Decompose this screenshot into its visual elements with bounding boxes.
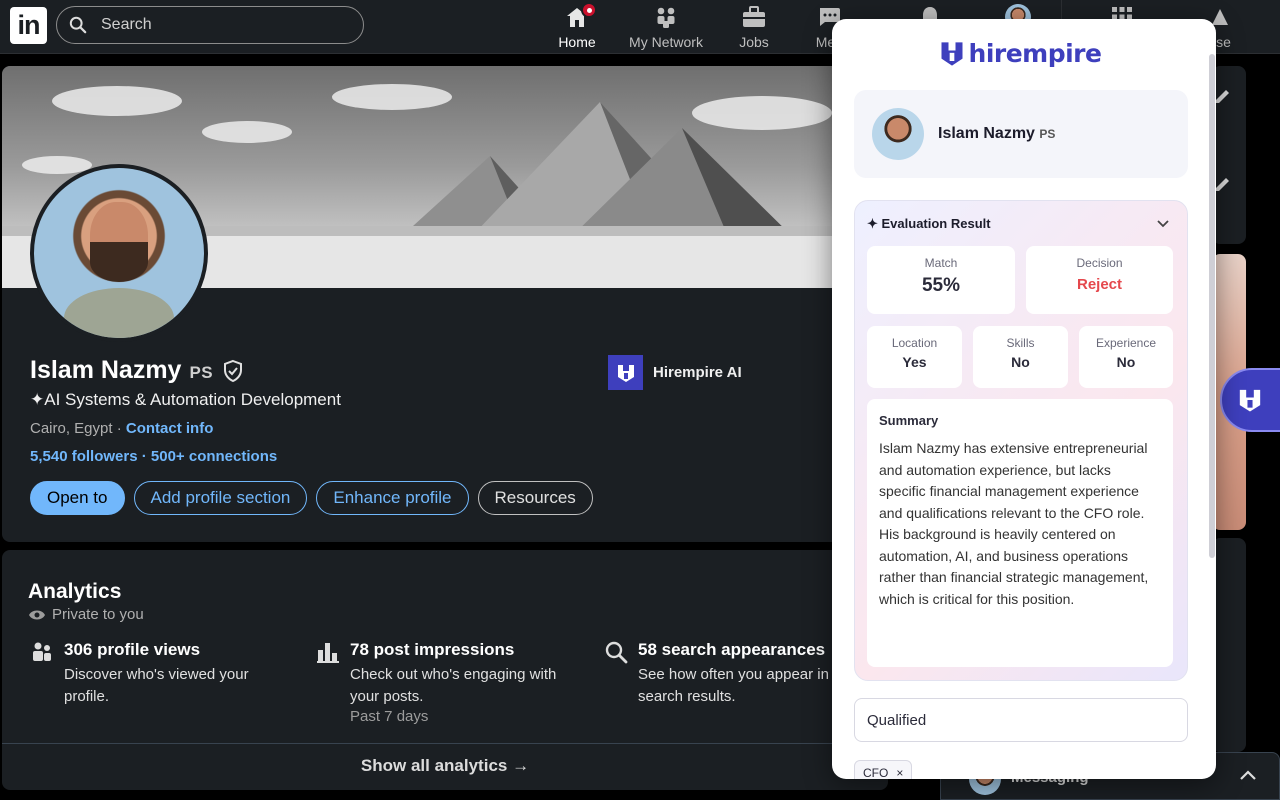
show-all-analytics-link[interactable]: Show all analytics → (2, 756, 888, 776)
search-box[interactable] (56, 6, 364, 44)
match-tile: Match 55% (867, 246, 1015, 314)
skills-value: No (1011, 354, 1030, 370)
profile-card: Islam Nazmy PS ✦AI Systems & Automation … (2, 66, 888, 542)
profile-location: Cairo, Egypt (30, 420, 113, 437)
location-label: Location (891, 336, 938, 350)
skills-tile: Skills No (973, 326, 1068, 388)
brand-name: hirempire (968, 39, 1102, 68)
nav-jobs[interactable]: Jobs (738, 4, 770, 50)
candidate-badge: PS (1039, 127, 1056, 141)
status-field[interactable]: Qualified (854, 698, 1188, 742)
search-appearances-count: 58 search appearances (638, 640, 826, 659)
network-icon (657, 7, 675, 28)
add-profile-section-button[interactable]: Add profile section (133, 481, 308, 515)
open-to-button[interactable]: Open to (30, 481, 125, 515)
hirempire-floating-tab[interactable] (1220, 368, 1280, 432)
post-impressions-count: 78 post impressions (350, 640, 515, 659)
summary-title: Summary (879, 413, 939, 428)
evaluation-section: ✦ Evaluation Result Match 55% Decision R… (854, 200, 1188, 681)
pronoun-badge: PS (189, 362, 214, 382)
briefcase-icon (743, 6, 765, 27)
hirempire-logo-icon (941, 41, 963, 66)
linkedin-logo[interactable]: in (10, 7, 47, 44)
people-icon (33, 642, 51, 661)
pencil-icon[interactable] (1214, 174, 1232, 192)
search-appearances-desc: See how often you appear in search resul… (638, 666, 829, 705)
notification-badge (581, 2, 597, 18)
search-icon (69, 16, 87, 34)
candidate-avatar (872, 108, 924, 160)
search-input[interactable] (101, 16, 341, 34)
experience-label: Experience (1095, 336, 1157, 350)
location-tile: Location Yes (867, 326, 962, 388)
evaluation-title: ✦ Evaluation Result (867, 216, 991, 231)
panel-scrollbar[interactable] (1209, 54, 1215, 558)
analytics-privacy-label: Private to you (52, 606, 144, 623)
right-card-fragment-2 (1212, 538, 1246, 752)
analytics-card: Analytics Private to you 306 profile vie… (2, 550, 888, 790)
summary-text: Islam Nazmy has extensive entrepreneuria… (879, 440, 1149, 607)
experience-tile: Experience No (1079, 326, 1173, 388)
skills-label: Skills (1006, 336, 1035, 350)
location-value: Yes (902, 354, 927, 370)
eye-icon (29, 610, 45, 619)
candidate-name: Islam Nazmy (938, 125, 1035, 142)
post-impressions-desc: Check out who's engaging with your posts… (350, 666, 557, 705)
analytics-divider (2, 743, 888, 744)
decision-label: Decision (1076, 256, 1123, 270)
connections-link[interactable]: · 500+ connections (142, 448, 277, 465)
profile-actions: Open to Add profile section Enhance prof… (30, 481, 593, 515)
candidate-card: Islam Nazmy PS (854, 90, 1188, 178)
analytics-privacy: Private to you (28, 606, 144, 623)
bar-chart-icon (317, 643, 339, 663)
company-name: Hirempire AI (653, 364, 742, 381)
summary-box: Summary Islam Nazmy has extensive entrep… (867, 399, 1173, 667)
hirempire-brand: hirempire (832, 39, 1208, 68)
chevron-up-icon[interactable] (1239, 769, 1257, 781)
followers-link[interactable]: 5,540 followers (30, 448, 138, 465)
right-card-fragment (1212, 66, 1246, 244)
current-company[interactable]: Hirempire AI (608, 355, 742, 390)
nav-jobs-label: Jobs (739, 34, 769, 50)
chevron-down-icon[interactable] (1155, 215, 1171, 231)
hirempire-panel: hirempire Islam Nazmy PS ✦ Evaluation Re… (832, 19, 1216, 779)
resources-button[interactable]: Resources (477, 481, 593, 515)
verified-shield-icon[interactable] (221, 359, 245, 383)
analytics-title: Analytics (28, 580, 122, 603)
profile-name: Islam Nazmy (30, 356, 182, 384)
pencil-icon[interactable] (1214, 86, 1232, 104)
tag-chip: CFO × (854, 760, 913, 779)
match-value: 55% (921, 275, 961, 296)
hirempire-logo-icon (608, 355, 643, 390)
nav-my-network[interactable]: My Network (628, 4, 704, 50)
profile-avatar[interactable] (30, 164, 208, 342)
post-impressions-period: Past 7 days (350, 708, 429, 725)
candidate-name-row: Islam Nazmy PS (938, 125, 1055, 143)
profile-headline: ✦AI Systems & Automation Development (30, 390, 341, 409)
hirempire-logo-icon (1239, 389, 1261, 412)
decision-value: Reject (1076, 276, 1123, 293)
profile-location-row: Cairo, Egypt · Contact info (30, 420, 213, 437)
match-label: Match (924, 256, 958, 270)
nav-home[interactable]: Home (556, 2, 598, 50)
contact-info-link[interactable]: Contact info (126, 420, 214, 437)
decision-tile: Decision Reject (1026, 246, 1173, 314)
profile-views-desc: Discover who's viewed your profile. (64, 666, 249, 705)
search-icon (605, 641, 628, 664)
nav-home-label: Home (558, 34, 596, 50)
profile-connections-row: 5,540 followers · 500+ connections (30, 448, 277, 465)
profile-name-row: Islam Nazmy PS (30, 356, 245, 385)
nav-my-network-label: My Network (629, 34, 703, 50)
profile-views-count: 306 profile views (64, 640, 201, 659)
enhance-profile-button[interactable]: Enhance profile (316, 481, 469, 515)
tag-label: CFO (863, 766, 889, 779)
separator: · (112, 420, 126, 437)
tag-remove-icon[interactable]: × (896, 766, 903, 779)
experience-value: No (1116, 354, 1136, 370)
